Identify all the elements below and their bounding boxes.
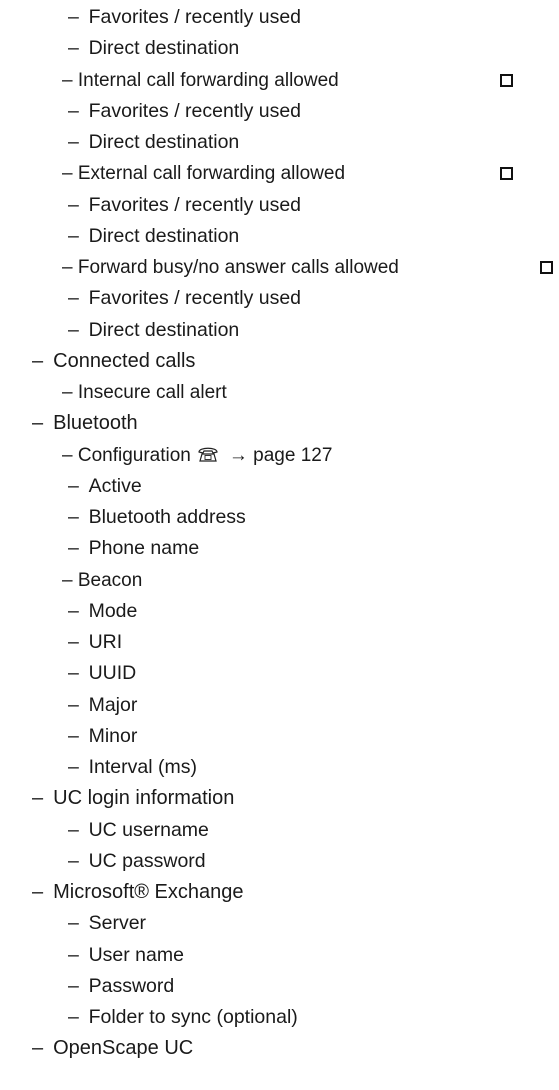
menu-item-level-3: – Interval (ms) [68,754,197,781]
menu-item-label: – External call forwarding allowed [62,163,346,185]
menu-item-level-3: – Direct destination [68,129,239,156]
menu-item-label: – UC password [68,849,206,872]
menu-item-level-2: – External call forwarding allowed [62,160,345,187]
menu-item-level-3: – Minor [68,723,137,750]
page-reference: → page 127 [228,444,333,466]
menu-item-level-3: – UC username [68,817,209,844]
menu-item-label: – Microsoft® Exchange [32,881,244,903]
menu-item-level-3: – Active [68,473,142,500]
menu-item-level-3: – UUID [68,660,136,687]
menu-item-label: – User name [68,943,184,966]
menu-item-level-3: – User name [68,942,184,969]
menu-item-level-2: – Configuration → page 127 [62,442,332,469]
menu-item-label: – URI [68,631,123,653]
menu-item-label: – Connected calls [32,349,196,372]
menu-item-level-3: – Favorites / recently used [68,285,301,312]
menu-item-level-3: – Direct destination [68,223,239,250]
menu-item-label: – Direct destination [68,131,240,153]
menu-item-label: – OpenScape UC [32,1037,194,1060]
menu-item-level-3: – Direct destination [68,317,239,344]
menu-item-level-3: – Bluetooth address [68,504,246,531]
menu-item-level-3: – Favorites / recently used [68,98,301,125]
menu-item-level-1: – Connected calls [32,348,195,375]
checkbox-icon [500,73,513,87]
menu-item-level-2: – Beacon [62,567,142,594]
menu-item-label: – Server [68,912,147,935]
menu-item-level-3: – Server [68,910,146,937]
menu-item-label: – Favorites / recently used [68,6,302,28]
menu-item-level-3: – Favorites / recently used [68,192,301,219]
menu-item-label: – Beacon [62,569,143,591]
menu-item-label: – UC login information [32,787,235,810]
menu-item-level-2: – Insecure call alert [62,379,227,406]
menu-item-label: – Direct destination [68,37,240,60]
menu-item-level-3: – Mode [68,598,137,625]
menu-item-level-1: – OpenScape UC [32,1035,193,1062]
menu-item-label: – Interval (ms) [68,756,197,778]
phone-icon [198,447,218,462]
menu-item-level-3: – UC password [68,848,206,875]
menu-item-level-2: – Internal call forwarding allowed [62,67,339,94]
menu-item-label: – Internal call forwarding allowed [62,69,339,91]
menu-item-label: – Configuration [62,444,191,466]
menu-item-level-3: – Password [68,973,174,1000]
menu-item-level-2: – Forward busy/no answer calls allowed [62,254,399,281]
menu-item-label: – Direct destination [68,224,240,247]
menu-item-level-1: – Microsoft® Exchange [32,879,244,906]
menu-item-label: – Password [68,974,175,997]
menu-item-label: – Favorites / recently used [68,99,302,122]
menu-item-label: – UUID [68,662,137,685]
menu-item-level-3: – Phone name [68,535,199,562]
menu-item-label: – Folder to sync (optional) [68,1006,298,1028]
menu-item-level-1: – Bluetooth [32,410,138,437]
menu-item-level-3: – Folder to sync (optional) [68,1004,298,1031]
checkbox-icon [500,167,513,181]
menu-item-level-3: – Favorites / recently used [68,4,301,31]
menu-item-label: – Bluetooth [32,412,138,435]
menu-item-level-1: – UC login information [32,785,234,812]
menu-item-label: – UC username [68,818,209,841]
menu-item-level-3: – Major [68,692,137,719]
menu-item-label: – Favorites / recently used [68,193,302,216]
menu-item-label: – Mode [68,599,138,622]
menu-item-label: – Direct destination [68,318,240,341]
checkbox-icon [540,261,553,274]
menu-item-level-3: – URI [68,629,122,656]
menu-item-label: – Bluetooth address [68,506,246,528]
menu-item-label: – Insecure call alert [62,382,227,403]
menu-item-level-3: – Direct destination [68,35,239,62]
menu-item-label: – Favorites / recently used [68,287,302,310]
menu-item-label: – Active [68,474,142,497]
menu-item-label: – Forward busy/no answer calls allowed [62,257,399,278]
menu-item-label: – Minor [68,724,138,747]
menu-item-label: – Major [68,693,138,716]
menu-item-label: – Phone name [68,537,200,560]
